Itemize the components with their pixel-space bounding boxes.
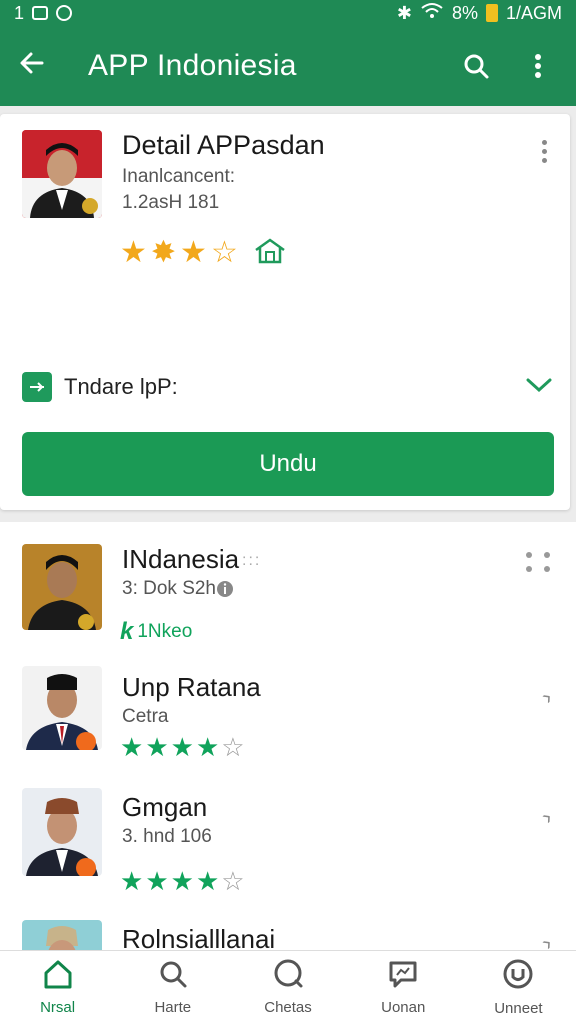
nav-search-label: Harte [154,999,192,1016]
list-item[interactable]: Unp Ratana Cetra ★ ★ ★ ★ ☆ › [0,656,576,776]
nav-home[interactable]: Nrsal [0,951,115,1024]
list-item-subtitle: 3. hnd 106 [122,826,212,847]
star-empty-icon: ☆ [221,732,245,762]
back-arrow-icon[interactable] [18,49,54,83]
star-filled-icon: ★ [195,732,220,762]
notification-icon [32,6,49,20]
nav-account-label: Unneet [494,1000,543,1017]
app-list: INdanesia ::: 3: Dok S2h k 1Nkeo Unp Rat… [0,522,576,950]
list-avatar [22,544,102,630]
list-item[interactable]: Gmgan 3. hnd 106 ★ ★ ★ ★ ☆ › [0,778,576,904]
clock: 1/AGM [505,2,562,23]
search-icon[interactable] [456,46,496,86]
home-icon [252,236,288,269]
detail-more-icon[interactable] [542,140,547,163]
detail-rating: ★ ✸ ★ ☆ [120,236,288,269]
chevron-right-icon[interactable]: › [535,931,557,950]
more-vert-icon[interactable] [518,46,558,86]
nav-messages[interactable]: Uonan [346,951,461,1024]
installed-label: 1Nkeo [137,621,193,642]
chevron-right-icon[interactable]: › [535,685,557,710]
list-item[interactable]: INdanesia ::: 3: Dok S2h k 1Nkeo [0,522,576,646]
chevron-right-icon[interactable]: › [535,805,557,830]
list-item-rating: ★ ★ ★ ★ ☆ [120,734,245,760]
detail-meta: 1.2asH 181 [122,192,220,213]
list-item-title: Unp Ratana [122,672,261,702]
list-item-title: INdanesia [122,544,240,574]
star-filled-icon: ★ [170,732,194,762]
list-item-title: Gmgan [122,792,208,822]
loading-dots-icon: ::: [242,552,262,569]
star-filled-icon: ★ [120,866,144,896]
bluetooth-icon: ✱ [396,2,412,23]
grid-dots-icon[interactable] [526,552,550,572]
nav-home-label: Nrsal [40,999,76,1016]
chat-icon [387,959,419,993]
notification-icon-2 [56,5,73,21]
list-item-title: Rolnsialllanai [122,924,276,950]
battery-icon [485,4,498,22]
nav-search[interactable]: Harte [115,951,230,1024]
list-avatar [22,920,102,950]
detail-title: Detail APPasdan [122,130,325,160]
list-item-subtitle: 3: Dok S2h [122,578,216,599]
list-item-rating: ★ ★ ★ ★ ☆ [120,868,245,894]
nav-explore[interactable]: Chetas [230,951,345,1024]
star-filled-icon: ★ [120,732,144,762]
status-text: 1 [14,2,25,23]
bottom-nav: Nrsal Harte Chetas Uonan Unneet [0,950,576,1024]
detail-avatar [22,130,102,218]
star-empty-icon: ☆ [221,866,245,896]
app-title: APP Indoniesia [88,49,297,82]
update-label: Tndare lpP: [64,374,178,399]
update-row[interactable]: Tndare lpP: [22,370,552,404]
list-item-subtitle: Cetra [122,706,169,727]
account-icon [502,958,534,994]
installed-icon: k [120,618,134,645]
star-filled-icon: ★ [145,866,169,896]
search-circle-icon [272,959,304,993]
list-avatar [22,666,102,750]
star-empty-icon: ☆ [210,235,238,269]
search-icon [158,959,188,993]
battery-percent: 8% [451,2,478,23]
home-icon [42,959,74,993]
nav-messages-label: Uonan [381,999,426,1016]
star-filled-icon: ★ [180,235,207,269]
wifi-icon [420,2,444,25]
star-filled-icon: ★ [120,235,147,269]
star-filled-icon: ✸ [150,235,177,269]
list-avatar [22,788,102,876]
app-bar: APP Indoniesia [0,26,576,106]
star-filled-icon: ★ [145,732,169,762]
star-filled-icon: ★ [195,866,220,896]
download-button[interactable]: Undu [22,432,554,496]
update-badge-icon [22,372,52,402]
nav-explore-label: Chetas [264,999,312,1016]
detail-card: Detail APPasdan Inanlcancent: 1.2asH 181… [0,114,570,510]
chevron-down-icon[interactable] [526,377,552,398]
status-bar: 1 ✱ 8% 1/AGM [0,0,576,26]
detail-subtitle: Inanlcancent: [122,166,236,187]
nav-account[interactable]: Unneet [461,951,576,1024]
info-icon [216,580,234,603]
list-item[interactable]: Rolnsialllanai › [0,914,576,950]
installed-badge: k 1Nkeo [120,618,192,646]
star-filled-icon: ★ [170,866,194,896]
